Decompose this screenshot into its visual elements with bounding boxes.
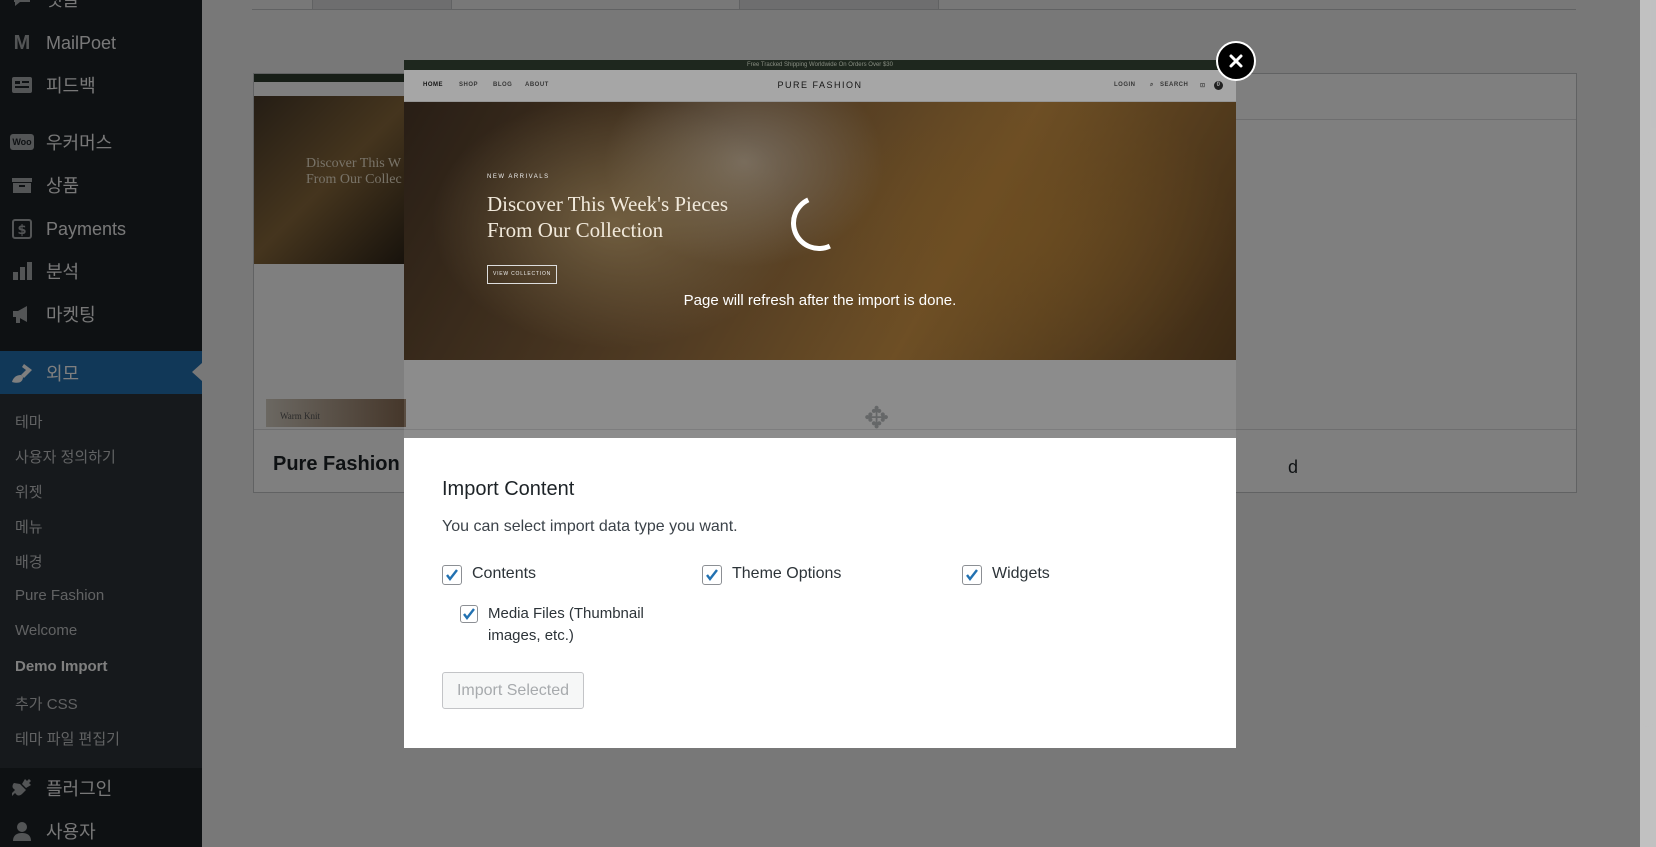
check-icon (966, 569, 978, 581)
preview-gap (404, 360, 1236, 438)
panel-title: Import Content (442, 478, 575, 500)
check-icon (463, 608, 475, 620)
import-selected-button[interactable]: Import Selected (442, 672, 584, 709)
close-icon (1229, 54, 1243, 68)
widgets-checkbox[interactable] (962, 565, 982, 585)
theme-options-label: Theme Options (732, 565, 842, 582)
preview-hero-button: VIEW COLLECTION (487, 265, 557, 284)
demo-preview: Free Tracked Shipping Worldwide On Order… (404, 60, 1236, 360)
media-files-label: Media Files (Thumbnail images, etc.) (488, 605, 644, 644)
loading-message: Page will refresh after the import is do… (683, 292, 957, 309)
option-media-files[interactable]: Media Files (Thumbnail images, etc.) (460, 603, 660, 647)
import-panel: Import Content You can select import dat… (404, 438, 1236, 748)
option-contents[interactable]: Contents (442, 565, 536, 585)
media-files-checkbox[interactable] (460, 605, 478, 623)
scrollbar-thumb[interactable] (1643, 152, 1653, 727)
widgets-label: Widgets (992, 565, 1050, 582)
preview-eyebrow: NEW ARRIVALS (487, 174, 550, 180)
theme-options-checkbox[interactable] (702, 565, 722, 585)
contents-label: Contents (472, 565, 537, 582)
preview-hero-title: Discover This Week's Pieces From Our Col… (487, 192, 729, 242)
option-theme-options[interactable]: Theme Options (702, 565, 841, 585)
panel-description: You can select import data type you want… (442, 518, 738, 535)
close-modal-button[interactable] (1216, 41, 1256, 81)
page-scrollbar[interactable] (1640, 0, 1656, 847)
check-icon (446, 569, 458, 581)
option-widgets[interactable]: Widgets (962, 565, 1050, 585)
import-modal: Free Tracked Shipping Worldwide On Order… (404, 60, 1236, 748)
check-icon (706, 569, 718, 581)
contents-checkbox[interactable] (442, 565, 462, 585)
